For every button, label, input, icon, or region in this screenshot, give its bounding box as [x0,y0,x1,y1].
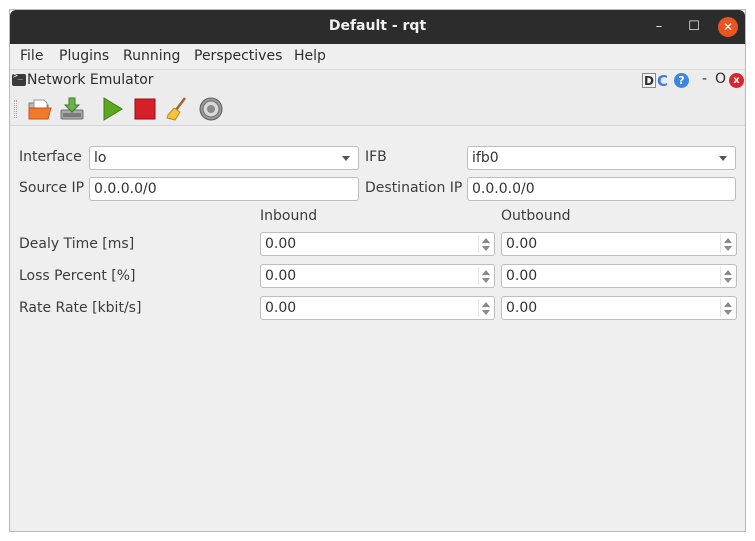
title-bar[interactable]: Default - rqt – ☐ ✕ [10,10,745,44]
menu-bar: File Plugins Running Perspectives Help [10,44,745,68]
ifb-combo[interactable]: ifb0 [467,146,736,170]
window-title: Default - rqt [328,18,427,34]
gear-settings-icon[interactable] [197,95,225,123]
destination-ip-input[interactable]: 0.0.0.0/0 [467,177,736,201]
spin-down-icon[interactable] [482,310,490,315]
rate-inbound-value: 0.00 [265,300,297,316]
toolbar [10,90,745,126]
terminal-icon [12,71,26,86]
spin-divider [478,235,479,253]
spin-up-icon[interactable] [724,302,732,307]
spin-down-icon[interactable] [482,246,490,251]
menu-running[interactable]: Running [123,48,180,64]
loss-percent-label: Loss Percent [%] [19,268,136,284]
dock-minimize-button[interactable]: - [702,71,707,87]
delay-time-label: Dealy Time [ms] [19,236,135,252]
rate-label: Rate Rate [kbit/s] [19,300,142,316]
spin-down-icon[interactable] [482,278,490,283]
open-folder-icon[interactable] [26,95,54,123]
source-ip-input[interactable]: 0.0.0.0/0 [89,177,359,201]
spin-up-icon[interactable] [724,270,732,275]
spin-up-icon[interactable] [482,238,490,243]
chevron-down-icon [342,156,350,161]
save-download-icon[interactable] [58,95,86,123]
ifb-value: ifb0 [472,150,499,166]
spin-divider [720,299,721,317]
spin-up-icon[interactable] [724,238,732,243]
ifb-label: IFB [365,149,387,165]
minimize-window-button[interactable]: – [650,18,668,36]
app-window: Default - rqt – ☐ ✕ File Plugins Running… [9,9,746,532]
broom-clear-icon[interactable] [163,95,191,123]
source-ip-label: Source IP [19,180,85,196]
loss-outbound-spinbox[interactable]: 0.00 [501,264,737,288]
interface-combo[interactable]: lo [89,146,359,170]
spin-divider [720,235,721,253]
menu-help[interactable]: Help [294,48,326,64]
play-icon[interactable] [98,95,126,123]
loss-outbound-value: 0.00 [506,268,538,284]
destination-ip-label: Destination IP [365,180,463,196]
dock-float-button[interactable]: O [715,71,726,87]
maximize-window-button[interactable]: ☐ [685,18,703,36]
interface-value: lo [94,150,107,166]
menu-file[interactable]: File [20,48,43,64]
spin-down-icon[interactable] [724,278,732,283]
rate-outbound-spinbox[interactable]: 0.00 [501,296,737,320]
menu-perspectives[interactable]: Perspectives [194,48,282,64]
dock-close-icon[interactable]: x [729,73,744,88]
dock-title-bar[interactable]: Network Emulator D C ? - O x [10,69,745,90]
rate-outbound-value: 0.00 [506,300,538,316]
dock-title: Network Emulator [27,72,154,88]
spin-divider [478,299,479,317]
spin-divider [720,267,721,285]
dock-d-button[interactable]: D [642,73,656,88]
outbound-header: Outbound [501,208,571,224]
loss-inbound-spinbox[interactable]: 0.00 [260,264,495,288]
loss-inbound-value: 0.00 [265,268,297,284]
menu-plugins[interactable]: Plugins [59,48,109,64]
stop-icon[interactable] [131,95,159,123]
spin-down-icon[interactable] [724,310,732,315]
interface-label: Interface [19,149,82,165]
network-emulator-panel: Interface lo IFB ifb0 Source IP 0.0.0.0/… [10,127,745,531]
reload-icon[interactable]: C [657,73,673,89]
delay-outbound-value: 0.00 [506,236,538,252]
help-icon[interactable]: ? [674,73,689,88]
delay-inbound-value: 0.00 [265,236,297,252]
toolbar-grip[interactable] [14,100,17,118]
spin-divider [478,267,479,285]
spin-up-icon[interactable] [482,270,490,275]
chevron-down-icon [719,156,727,161]
spin-down-icon[interactable] [724,246,732,251]
inbound-header: Inbound [260,208,318,224]
spin-up-icon[interactable] [482,302,490,307]
delay-inbound-spinbox[interactable]: 0.00 [260,232,495,256]
close-window-button[interactable]: ✕ [718,17,738,37]
delay-outbound-spinbox[interactable]: 0.00 [501,232,737,256]
rate-inbound-spinbox[interactable]: 0.00 [260,296,495,320]
